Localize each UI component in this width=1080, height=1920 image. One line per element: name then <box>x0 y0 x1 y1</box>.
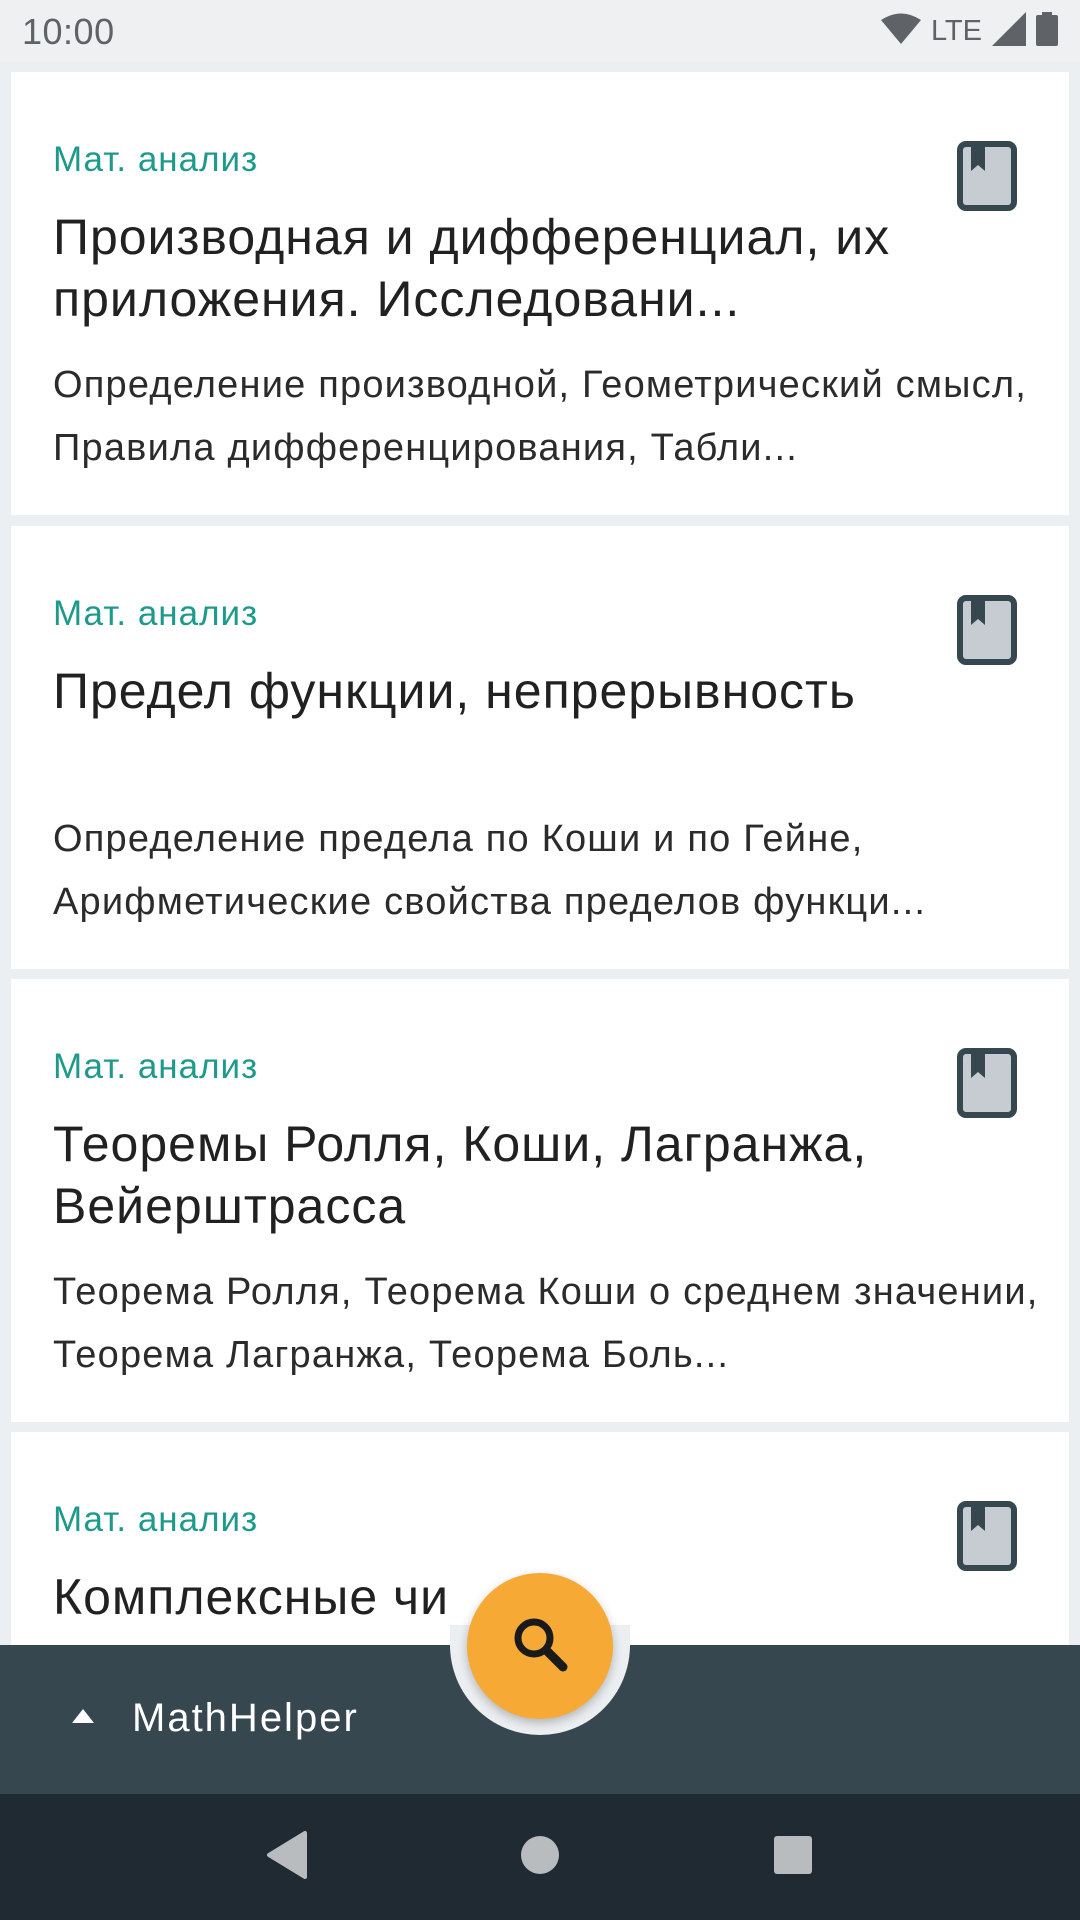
screen: 10:00 LTE Мат. анализ Производная и дифф… <box>0 0 1080 1920</box>
bookmark-button[interactable] <box>951 140 1023 216</box>
battery-icon <box>1036 12 1058 51</box>
network-type: LTE <box>930 15 982 47</box>
topic-title: Теоремы Ролля, Коши, Лагранжа, Вейерштра… <box>53 1116 868 1234</box>
topic-description: Теорема Ролля, Теорема Коши о среднем зн… <box>53 1271 1039 1376</box>
bookmark-icon <box>957 140 1017 216</box>
search-icon <box>510 1614 570 1679</box>
back-triangle-icon <box>265 1830 309 1884</box>
home-circle-icon <box>519 1834 561 1881</box>
topic-card[interactable]: Мат. анализ Производная и дифференциал, … <box>11 72 1069 515</box>
nav-recents-button[interactable] <box>753 1817 833 1897</box>
topic-category: Мат. анализ <box>53 1047 259 1086</box>
bookmark-button[interactable] <box>951 1500 1023 1576</box>
topic-description: Определение предела по Коши и по Гейне, … <box>53 818 927 923</box>
topic-category: Мат. анализ <box>53 140 259 179</box>
topic-title: Предел функции, непрерывность <box>53 663 856 719</box>
app-menu-toggle[interactable]: MathHelper <box>72 1693 359 1743</box>
topic-category: Мат. анализ <box>53 1500 259 1539</box>
recents-square-icon <box>773 1835 813 1880</box>
topic-title: Производная и дифференциал, их приложени… <box>53 209 891 327</box>
app-title: MathHelper <box>132 1695 359 1740</box>
bookmark-icon <box>957 594 1017 670</box>
status-time: 10:00 <box>22 10 115 52</box>
wifi-icon <box>880 13 921 50</box>
signal-icon <box>992 12 1026 51</box>
status-bar: 10:00 LTE <box>0 0 1080 63</box>
nav-home-button[interactable] <box>500 1817 580 1897</box>
topic-description: Определение производной, Геометрический … <box>53 364 1028 469</box>
topic-card[interactable]: Мат. анализ Теоремы Ролля, Коши, Лагранж… <box>11 979 1069 1422</box>
nav-back-button[interactable] <box>247 1817 327 1897</box>
topic-card[interactable]: Мат. анализ Предел функции, непрерывност… <box>11 526 1069 969</box>
bookmark-button[interactable] <box>951 594 1023 670</box>
bookmark-icon <box>957 1500 1017 1576</box>
topic-category: Мат. анализ <box>53 594 259 633</box>
caret-up-icon <box>72 1708 94 1728</box>
system-nav-bar <box>0 1794 1080 1920</box>
bookmark-button[interactable] <box>951 1047 1023 1123</box>
status-icons: LTE <box>880 12 1058 51</box>
bookmark-icon <box>957 1047 1017 1123</box>
search-fab[interactable] <box>467 1573 613 1719</box>
